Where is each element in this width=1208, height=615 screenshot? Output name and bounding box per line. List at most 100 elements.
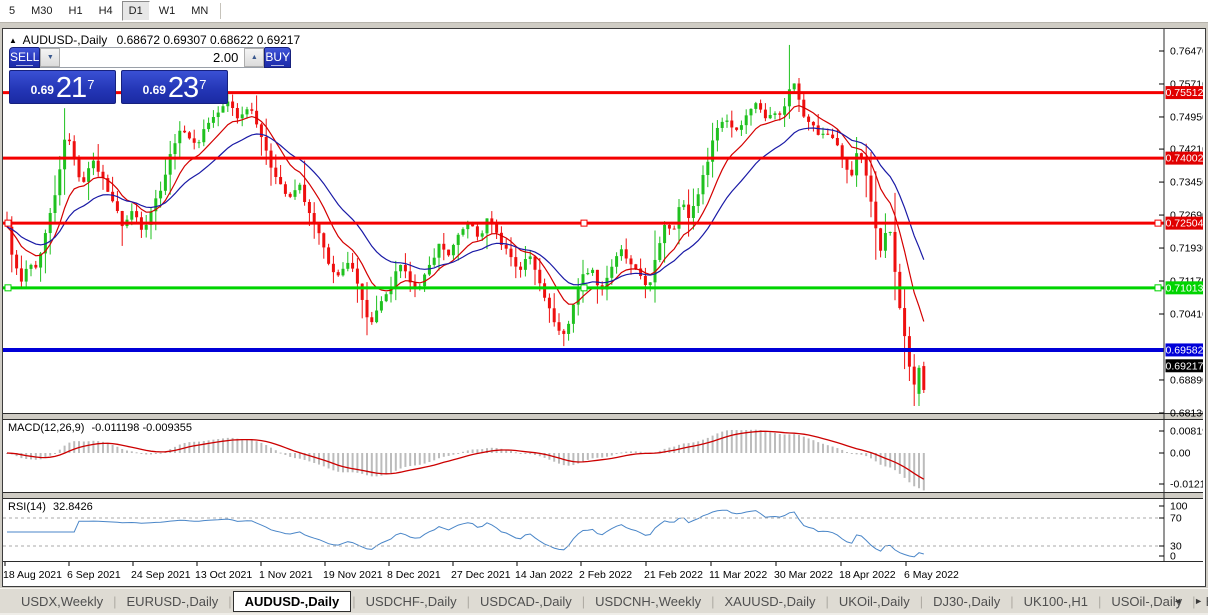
svg-text:70: 70 (1170, 513, 1182, 525)
svg-text:6 Sep 2021: 6 Sep 2021 (67, 569, 121, 581)
svg-text:24 Sep 2021: 24 Sep 2021 (131, 569, 191, 581)
svg-text:14 Jan 2022: 14 Jan 2022 (515, 569, 573, 581)
tab-separator: | (920, 594, 923, 609)
tab-ukoil-daily[interactable]: UKOil-,Daily (830, 591, 919, 612)
volume-input[interactable] (60, 48, 244, 67)
hline-handle[interactable] (5, 285, 11, 291)
timeframe-button-m30[interactable]: M30 (24, 1, 59, 21)
hline-handle[interactable] (1155, 285, 1161, 291)
volume-increase-button[interactable]: ▲ (244, 48, 264, 67)
tab-usdcad-daily[interactable]: USDCAD-,Daily (471, 591, 581, 612)
tab-usdcnh-weekly[interactable]: USDCNH-,Weekly (586, 591, 710, 612)
buy-price-button[interactable]: 0.69 23 7 (121, 70, 228, 104)
svg-text:0.75512: 0.75512 (1166, 87, 1203, 99)
tab-dj30-daily[interactable]: DJ30-,Daily (924, 591, 1009, 612)
svg-text:21 Feb 2022: 21 Feb 2022 (644, 569, 703, 581)
svg-text:1 Nov 2021: 1 Nov 2021 (259, 569, 313, 581)
timeframe-button-h4[interactable]: H4 (92, 1, 120, 21)
volume-decrease-button[interactable]: ▼ (40, 48, 60, 67)
one-click-trade-panel: SELL ▼ ▲ BUY 0.69 21 7 0.69 23 7 (9, 47, 228, 104)
sell-button[interactable]: SELL (9, 47, 40, 68)
svg-text:0.69217: 0.69217 (1166, 360, 1203, 372)
svg-text:0.00: 0.00 (1170, 448, 1191, 460)
svg-text:-0.012121: -0.012121 (1170, 479, 1203, 491)
ma-slow-line (7, 128, 924, 285)
svg-text:2 Feb 2022: 2 Feb 2022 (579, 569, 632, 581)
svg-text:0.76470: 0.76470 (1170, 46, 1203, 58)
macd-layer (6, 430, 925, 491)
svg-text:0.73450: 0.73450 (1170, 177, 1203, 189)
hline-handle[interactable] (581, 220, 587, 226)
svg-text:0.70410: 0.70410 (1170, 309, 1203, 321)
svg-text:0: 0 (1170, 551, 1176, 563)
svg-text:13 Oct 2021: 13 Oct 2021 (195, 569, 252, 581)
date-axis[interactable]: 18 Aug 20216 Sep 202124 Sep 202113 Oct 2… (3, 562, 959, 581)
svg-text:0.69582: 0.69582 (1166, 344, 1203, 356)
chart-title-symbol: AUDUSD-,Daily (23, 33, 108, 47)
svg-text:100: 100 (1170, 501, 1188, 513)
svg-text:0.74950: 0.74950 (1170, 111, 1203, 123)
horizontal-levels (3, 93, 1164, 350)
price-chart-canvas[interactable]: 0.764700.757100.749500.742100.734500.726… (3, 29, 1203, 584)
tab-audusd-daily[interactable]: AUDUSD-,Daily (233, 591, 352, 612)
timeframe-toolbar: 5M30H1H4D1W1MN (0, 0, 1208, 23)
tab-scroll-left-icon[interactable]: ◄ (1170, 594, 1185, 608)
macd-signal-line (7, 431, 924, 479)
buy-button[interactable]: BUY (264, 47, 291, 68)
timeframe-button-d1[interactable]: D1 (122, 1, 150, 21)
hline-handle[interactable] (581, 285, 587, 291)
buy-button-label: BUY (265, 50, 290, 64)
tab-separator: | (582, 594, 585, 609)
sell-button-label: SELL (10, 50, 39, 64)
svg-text:6 May 2022: 6 May 2022 (904, 569, 959, 581)
chart-window: 0.764700.757100.749500.742100.734500.726… (2, 28, 1206, 587)
svg-text:27 Dec 2021: 27 Dec 2021 (451, 569, 511, 581)
svg-text:0.68130: 0.68130 (1170, 407, 1203, 419)
symbol-tabbar: USDX,Weekly|EURUSD-,Daily|AUDUSD-,Daily|… (0, 588, 1208, 613)
svg-text:0.74002: 0.74002 (1166, 153, 1203, 165)
svg-text:18 Apr 2022: 18 Apr 2022 (839, 569, 896, 581)
price-axis[interactable]: 0.764700.757100.749500.742100.734500.726… (1159, 46, 1203, 563)
symbol-marker-icon: ▲ (9, 36, 17, 45)
tab-xauusd-daily[interactable]: XAUUSD-,Daily (716, 591, 825, 612)
tab-separator: | (1010, 594, 1013, 609)
panel-chrome (3, 29, 1203, 562)
timeframe-button-5[interactable]: 5 (2, 1, 22, 21)
tab-separator: | (228, 594, 231, 609)
tab-separator: | (352, 594, 355, 609)
sell-price-small: 0.69 (31, 83, 54, 97)
svg-text:11 Mar 2022: 11 Mar 2022 (709, 569, 767, 581)
timeframe-button-mn[interactable]: MN (184, 1, 215, 21)
tab-separator: | (1098, 594, 1101, 609)
tab-uk100-h1[interactable]: UK100-,H1 (1015, 591, 1097, 612)
tab-usdx-weekly[interactable]: USDX,Weekly (12, 591, 112, 612)
svg-text:0.71013: 0.71013 (1166, 282, 1203, 294)
tab-separator: | (467, 594, 470, 609)
svg-text:0.008197: 0.008197 (1170, 426, 1203, 438)
tab-separator: | (711, 594, 714, 609)
sell-price-button[interactable]: 0.69 21 7 (9, 70, 116, 104)
tab-eurusd-daily[interactable]: EURUSD-,Daily (118, 591, 228, 612)
buy-price-big: 23 (168, 75, 198, 101)
rsi-label: RSI(14) 32.8426 (8, 501, 93, 513)
toolbar-separator (220, 3, 221, 19)
svg-text:19 Nov 2021: 19 Nov 2021 (323, 569, 383, 581)
buy-price-small: 0.69 (143, 83, 166, 97)
tab-usdchf-daily[interactable]: USDCHF-,Daily (357, 591, 466, 612)
tab-separator: | (826, 594, 829, 609)
chart-title: ▲ AUDUSD-,Daily 0.68672 0.69307 0.68622 … (9, 33, 300, 47)
buy-price-sup: 7 (199, 77, 206, 92)
hline-handle[interactable] (1155, 220, 1161, 226)
svg-text:0.72504: 0.72504 (1166, 218, 1203, 230)
macd-label: MACD(12,26,9) -0.011198 -0.009355 (8, 422, 192, 434)
sell-price-big: 21 (56, 75, 86, 101)
svg-text:8 Dec 2021: 8 Dec 2021 (387, 569, 441, 581)
rsi-line (7, 510, 924, 557)
tab-separator: | (113, 594, 116, 609)
svg-text:30 Mar 2022: 30 Mar 2022 (774, 569, 833, 581)
tab-scroll-right-icon[interactable]: ► (1191, 594, 1206, 608)
timeframe-button-h1[interactable]: H1 (62, 1, 90, 21)
chart-title-ohlc: 0.68672 0.69307 0.68622 0.69217 (117, 33, 301, 47)
timeframe-button-w1[interactable]: W1 (152, 1, 183, 21)
hline-handle[interactable] (5, 220, 11, 226)
